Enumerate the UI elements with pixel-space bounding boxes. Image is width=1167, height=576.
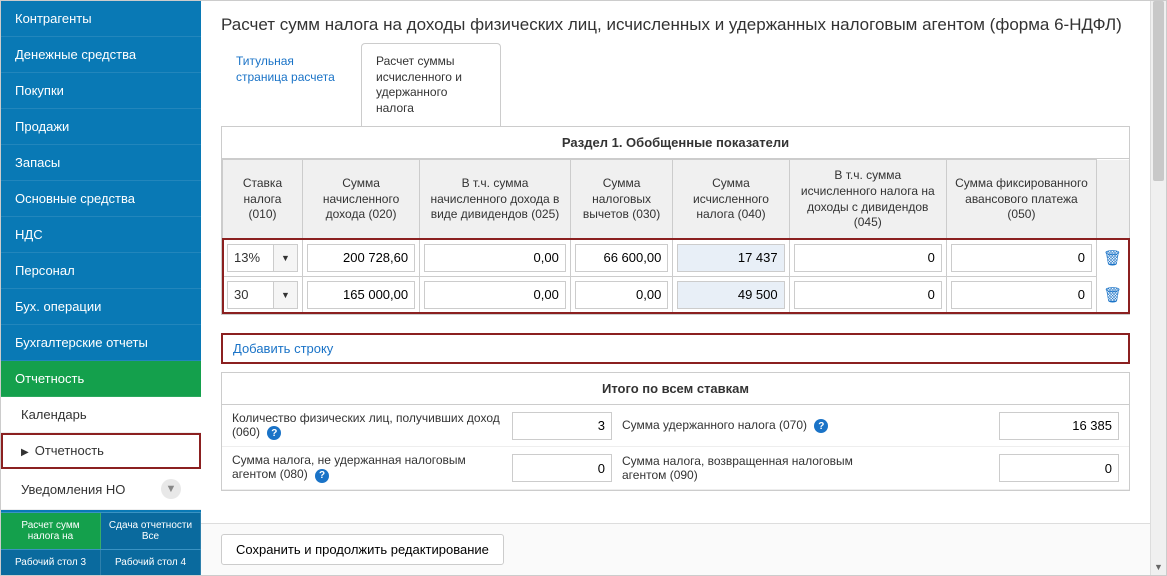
col-calc-tax: Сумма исчисленного налога (040)	[673, 160, 789, 239]
col-advance: Сумма фиксированного авансового платежа …	[946, 160, 1096, 239]
bottom-tab-desktop3[interactable]: Рабочий стол 3	[1, 550, 101, 575]
sidebar-sub-label: Уведомления НО	[21, 482, 125, 497]
label-060: Количество физических лиц, получивших до…	[232, 411, 502, 441]
arrow-right-icon: ▶	[21, 447, 29, 458]
rate-select[interactable]: 13% ▼	[227, 244, 298, 272]
content-tabs: Титульная страница расчета Расчет суммы …	[201, 43, 1150, 126]
col-income: Сумма начисленного дохода (020)	[303, 160, 420, 239]
input-045[interactable]	[794, 281, 942, 309]
sidebar-item-fixed-assets[interactable]: Основные средства	[1, 181, 201, 217]
sidebar-item-vat[interactable]: НДС	[1, 217, 201, 253]
sidebar-item-counterparties[interactable]: Контрагенты	[1, 1, 201, 37]
sidebar-sub-notifications[interactable]: Уведомления НО ▼	[1, 469, 201, 510]
tab-title-page[interactable]: Титульная страница расчета	[221, 43, 361, 126]
totals-title: Итого по всем ставкам	[222, 373, 1129, 405]
help-icon[interactable]: ?	[267, 426, 281, 440]
table-row: 13% ▼ 🗑	[223, 239, 1129, 276]
tab-tax-calc[interactable]: Расчет суммы исчисленного и удержанного …	[361, 43, 501, 126]
sidebar-item-purchases[interactable]: Покупки	[1, 73, 201, 109]
sidebar-item-sales[interactable]: Продажи	[1, 109, 201, 145]
scroll-down-icon[interactable]: ▼	[161, 479, 181, 499]
sidebar-sub-label: Отчетность	[35, 443, 104, 458]
tax-rates-table: Ставка налога (010) Сумма начисленного д…	[222, 159, 1129, 313]
help-icon[interactable]: ?	[315, 469, 329, 483]
col-dividends: В т.ч. сумма начисленного дохода в виде …	[420, 160, 571, 239]
input-090[interactable]	[999, 454, 1119, 482]
trash-icon[interactable]: 🗑	[1103, 250, 1122, 267]
sidebar-item-accounting-ops[interactable]: Бух. операции	[1, 289, 201, 325]
input-020[interactable]	[307, 281, 415, 309]
add-row-button[interactable]: Добавить строку	[221, 333, 1130, 364]
sidebar-sub-calendar[interactable]: Календарь	[1, 397, 201, 433]
table-row: 30 ▼ 🗑	[223, 276, 1129, 313]
sidebar-item-inventory[interactable]: Запасы	[1, 145, 201, 181]
input-025[interactable]	[424, 244, 566, 272]
dropdown-icon[interactable]: ▼	[273, 245, 297, 271]
col-div-tax: В т.ч. сумма исчисленного налога на дохо…	[789, 160, 946, 239]
sidebar: Контрагенты Денежные средства Покупки Пр…	[1, 1, 201, 575]
input-045[interactable]	[794, 244, 942, 272]
main-content: Расчет сумм налога на доходы физических …	[201, 1, 1150, 575]
totals-section: Итого по всем ставкам Количество физичес…	[221, 372, 1130, 491]
vertical-scrollbar[interactable]: ▲ ▼	[1150, 1, 1166, 575]
rate-value: 13%	[228, 250, 273, 265]
label-070: Сумма удержанного налога (070) ?	[622, 418, 872, 434]
label-090: Сумма налога, возвращенная налоговым аге…	[622, 454, 872, 482]
input-020[interactable]	[307, 244, 415, 272]
col-deductions: Сумма налоговых вычетов (030)	[570, 160, 673, 239]
scroll-down-icon[interactable]: ▼	[1151, 559, 1166, 575]
bottom-tab-desktop4[interactable]: Рабочий стол 4	[101, 550, 201, 575]
sidebar-item-accounting-reports[interactable]: Бухгалтерские отчеты	[1, 325, 201, 361]
input-070[interactable]	[999, 412, 1119, 440]
sidebar-bottom-tabs: Расчет сумм налога на Сдача отчетности В…	[1, 512, 201, 575]
dropdown-icon[interactable]: ▼	[273, 282, 297, 308]
trash-icon[interactable]: 🗑	[1103, 287, 1122, 304]
bottom-tab-tax-calc[interactable]: Расчет сумм налога на	[1, 513, 101, 549]
bottom-bar: Сохранить и продолжить редактирование	[201, 523, 1150, 575]
bottom-tab-reporting-all[interactable]: Сдача отчетности Все	[101, 513, 201, 549]
scrollbar-thumb[interactable]	[1153, 1, 1164, 181]
sidebar-item-cash[interactable]: Денежные средства	[1, 37, 201, 73]
input-030[interactable]	[575, 244, 669, 272]
section-1: Раздел 1. Обобщенные показатели Ставка н…	[221, 126, 1130, 314]
rate-select[interactable]: 30 ▼	[227, 281, 298, 309]
input-025[interactable]	[424, 281, 566, 309]
help-icon[interactable]: ?	[814, 419, 828, 433]
section-1-title: Раздел 1. Обобщенные показатели	[222, 127, 1129, 159]
sidebar-item-reporting[interactable]: Отчетность	[1, 361, 201, 397]
sidebar-sub-reporting[interactable]: ▶ Отчетность	[1, 433, 201, 469]
input-060[interactable]	[512, 412, 612, 440]
col-rate: Ставка налога (010)	[223, 160, 303, 239]
rate-value: 30	[228, 287, 273, 302]
sidebar-item-personnel[interactable]: Персонал	[1, 253, 201, 289]
label-080: Сумма налога, не удержанная налоговым аг…	[232, 453, 502, 483]
page-title: Расчет сумм налога на доходы физических …	[201, 1, 1150, 43]
input-030[interactable]	[575, 281, 669, 309]
input-040[interactable]	[677, 281, 784, 309]
input-080[interactable]	[512, 454, 612, 482]
input-040[interactable]	[677, 244, 784, 272]
input-050[interactable]	[951, 281, 1092, 309]
save-continue-button[interactable]: Сохранить и продолжить редактирование	[221, 534, 504, 565]
input-050[interactable]	[951, 244, 1092, 272]
